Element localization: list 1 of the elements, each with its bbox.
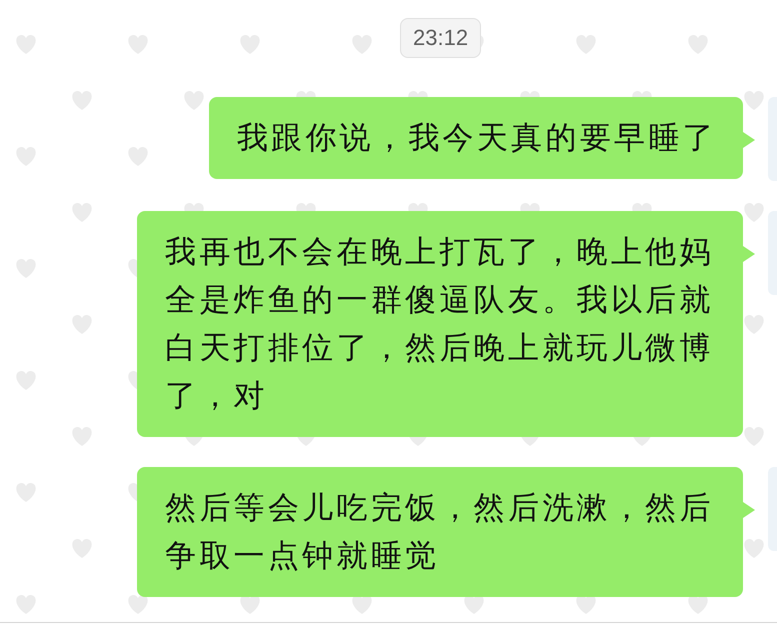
timestamp-pill: 23:12 [400, 18, 482, 58]
